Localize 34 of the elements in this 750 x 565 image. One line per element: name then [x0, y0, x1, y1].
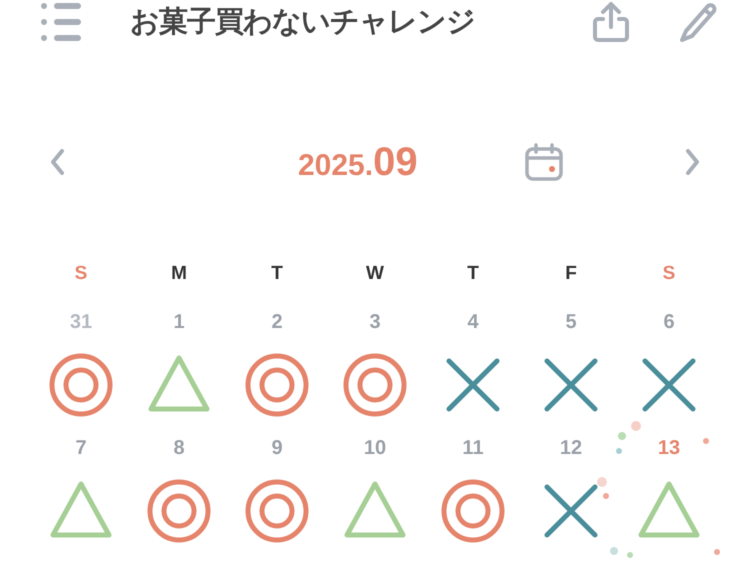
day-number: 5 — [565, 310, 577, 334]
weekday-label: S — [74, 262, 88, 286]
day-number: 6 — [663, 310, 675, 334]
day-number: 9 — [271, 436, 283, 460]
weekday-label: T — [270, 262, 284, 286]
day-number: 2 — [271, 310, 283, 334]
app-title: お菓子買わないチャレンジ — [130, 3, 475, 40]
day-number: 13 — [658, 436, 680, 460]
menu-icon[interactable] — [40, 2, 82, 42]
day-number: 12 — [560, 436, 582, 460]
day-number: 31 — [70, 310, 92, 334]
day-number: 10 — [364, 436, 386, 460]
day-number: 3 — [369, 310, 381, 334]
day-number: 7 — [75, 436, 87, 460]
calendar-icon[interactable] — [524, 142, 564, 182]
weekday-label: F — [564, 262, 578, 286]
day-number: 4 — [467, 310, 479, 334]
next-month-icon[interactable] — [686, 149, 700, 175]
weekday-label: S — [662, 262, 676, 286]
weekday-label: W — [365, 262, 385, 286]
double-circle-icon[interactable] — [243, 476, 311, 544]
weekday-label: M — [170, 262, 188, 286]
day-number: 8 — [173, 436, 185, 460]
double-circle-icon[interactable] — [341, 350, 409, 418]
previous-month-icon[interactable] — [50, 149, 64, 175]
double-circle-icon[interactable] — [47, 350, 115, 418]
double-circle-icon[interactable] — [145, 476, 213, 544]
day-number: 1 — [173, 310, 185, 334]
weekday-label: T — [466, 262, 480, 286]
double-circle-icon[interactable] — [243, 350, 311, 418]
month-label: 2025.09 — [298, 139, 418, 186]
double-circle-icon[interactable] — [439, 476, 507, 544]
share-icon[interactable] — [592, 1, 630, 43]
day-number: 11 — [462, 436, 484, 460]
